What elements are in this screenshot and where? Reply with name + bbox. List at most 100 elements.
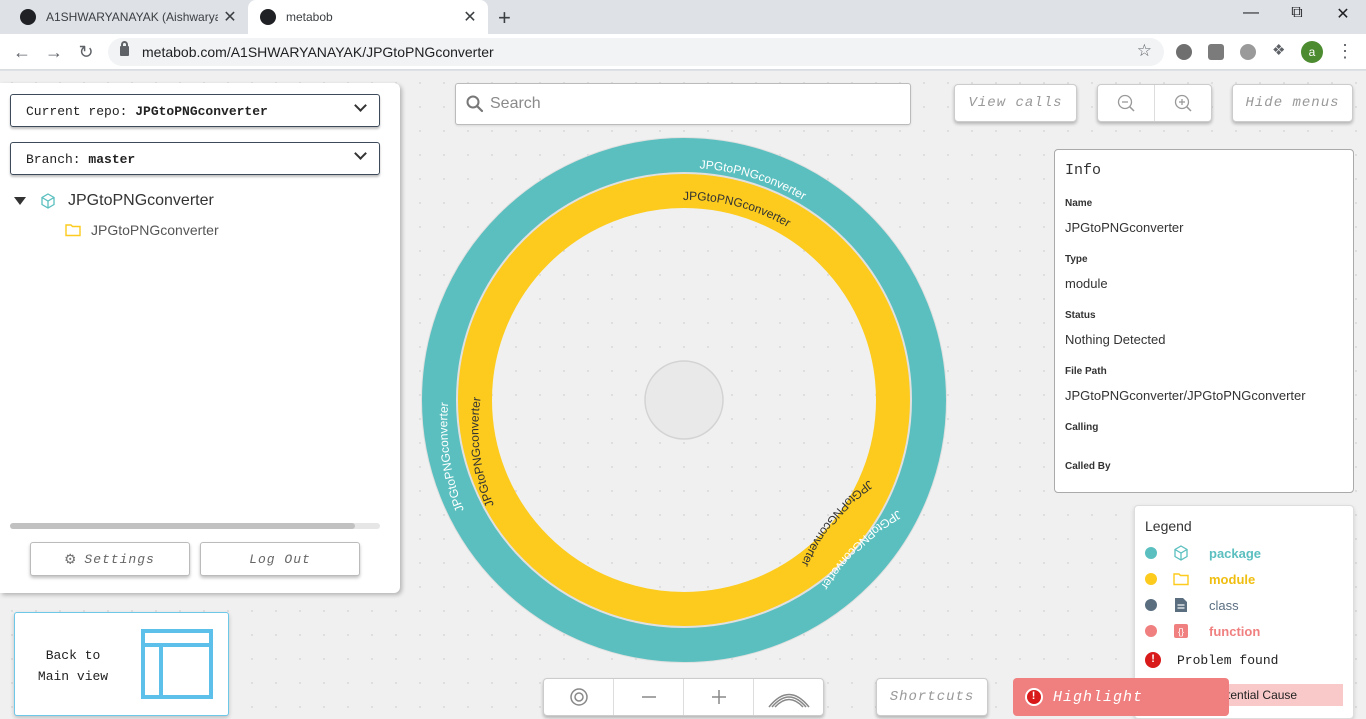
address-bar[interactable]: metabob.com/A1SHWARYANAYAK/JPGtoPNGconve… [108,38,1164,66]
module-color-dot [1145,573,1157,585]
forward-arrow-icon[interactable]: → [42,40,66,64]
extension-icon[interactable] [1176,44,1192,60]
tab-title: metabob [286,10,333,24]
search-box[interactable] [455,83,911,125]
info-name-label: Name [1065,198,1093,209]
minimize-icon[interactable]: — [1236,4,1266,22]
zoom-in-button[interactable] [1154,85,1211,121]
zoom-out-button[interactable] [1098,85,1154,121]
svg-text:{}: {} [1178,627,1184,637]
chevron-down-icon [354,147,367,160]
repo-select[interactable]: Current repo: JPGtoPNGconverter [10,94,380,127]
problem-alert-icon: ! [1145,652,1161,668]
close-window-icon[interactable]: ✕ [1328,4,1358,24]
branch-select-value: master [88,152,136,167]
class-color-dot [1145,599,1157,611]
info-filepath-value: JPGtoPNGconverter/JPGtoPNGconverter [1065,388,1306,403]
minus-icon [641,696,656,698]
repo-sidebar: Current repo: JPGtoPNGconverter Branch: … [0,83,400,593]
url-text[interactable]: metabob.com/A1SHWARYANAYAK/JPGtoPNGconve… [142,44,494,60]
info-panel: Info Name JPGtoPNGconverter Type module … [1054,149,1354,493]
restore-icon[interactable]: ⧉ [1282,4,1312,22]
repo-select-value: JPGtoPNGconverter [135,104,268,119]
logout-label: Log Out [249,551,311,567]
lock-icon [120,41,129,56]
arc-icon [767,693,810,708]
info-type-label: Type [1065,254,1088,265]
branch-select[interactable]: Branch: master [10,142,380,175]
function-color-dot [1145,625,1157,637]
legend-label: class [1209,597,1239,613]
cube-icon [41,193,55,209]
horizontal-scrollbar[interactable] [10,523,380,529]
logout-button[interactable]: Log Out [200,542,360,576]
center-node[interactable] [644,360,724,440]
problem-found-label: Problem found [1177,652,1279,668]
puzzle-extensions-icon[interactable]: ❖ [1272,41,1288,59]
bookmark-star-icon[interactable]: ☆ [1137,41,1152,61]
alert-icon: ! [1025,688,1043,706]
highlight-label: Highlight [1053,688,1144,706]
legend-item-class: class [1145,596,1239,614]
back-to-main-view-button[interactable]: Back to Main view [14,612,229,716]
document-icon [1173,597,1189,613]
legend-label: package [1209,545,1262,561]
shortcuts-button[interactable]: Shortcuts [876,678,988,716]
github-icon [20,9,36,25]
info-status-value: Nothing Detected [1065,332,1166,347]
app-canvas: Current repo: JPGtoPNGconverter Branch: … [0,71,1366,719]
legend-label: module [1209,571,1256,587]
scrollbar-thumb[interactable] [10,523,355,529]
tree-item-child[interactable]: JPGtoPNGconverter [65,220,219,240]
tab-metabob[interactable]: metabob ✕ [248,0,488,34]
tab-title: A1SHWARYANAYAK (Aishwarya N [46,10,218,24]
chevron-down-icon [354,99,367,112]
new-tab-button[interactable]: + [498,5,511,31]
back-arrow-icon[interactable]: ← [10,40,34,64]
reload-icon[interactable]: ↻ [74,40,98,64]
layout-panel-icon [141,629,213,699]
view-calls-button[interactable]: View calls [954,84,1077,122]
legend-title: Legend [1145,518,1192,534]
braces-icon: {} [1173,623,1189,639]
cube-icon [1173,545,1189,561]
browser-menu-icon[interactable]: ⋮ [1336,41,1354,62]
extension-icon[interactable] [1240,44,1256,60]
info-name-value: JPGtoPNGconverter [1065,220,1184,235]
browser-toolbar: ← → ↻ metabob.com/A1SHWARYANAYAK/JPGtoPN… [0,34,1366,70]
settings-button[interactable]: ⚙ Settings [30,542,190,576]
extension-icon[interactable] [1208,44,1224,60]
arc-view-button[interactable] [753,679,823,715]
search-input[interactable] [490,84,900,124]
info-title: Info [1065,162,1102,179]
info-calling-label: Calling [1065,422,1099,433]
close-tab-icon[interactable]: ✕ [458,7,482,27]
info-type-value: module [1065,276,1108,291]
branch-select-label: Branch: [26,152,89,167]
plus-icon [711,690,726,704]
legend-item-module: module [1145,570,1255,588]
metabob-icon [260,9,276,25]
folder-icon [1173,571,1189,587]
hide-menus-button[interactable]: Hide menus [1232,84,1353,122]
folder-icon [65,224,81,237]
tree-item-root[interactable]: JPGtoPNGconverter [14,191,214,211]
info-filepath-label: File Path [1065,366,1107,377]
close-tab-icon[interactable]: ✕ [218,7,242,27]
recenter-button[interactable] [544,679,613,715]
target-icon [569,688,588,706]
zoom-controls [1097,84,1212,122]
search-icon [466,95,484,113]
tab-github[interactable]: A1SHWARYANAYAK (Aishwarya N ✕ [8,0,248,34]
settings-label: Settings [84,551,155,567]
info-status-label: Status [1065,310,1096,321]
back-to-main-view-label: Back to Main view [37,648,109,684]
legend-label: function [1209,623,1261,639]
legend-item-package: package [1145,544,1261,562]
profile-avatar[interactable]: a [1301,41,1323,63]
collapse-triangle-icon[interactable] [14,197,26,205]
decrease-depth-button[interactable] [613,679,683,715]
increase-depth-button[interactable] [683,679,753,715]
highlight-button[interactable]: ! Highlight [1013,678,1229,716]
info-calledby-label: Called By [1065,461,1111,472]
